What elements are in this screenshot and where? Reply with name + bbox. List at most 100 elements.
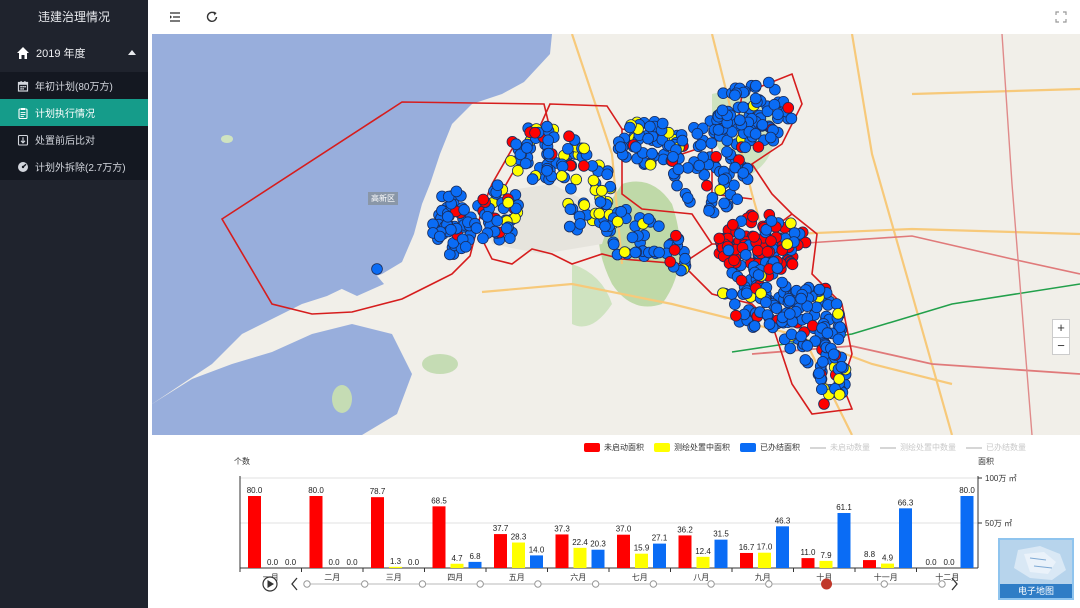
map-marker[interactable] (563, 220, 576, 233)
map-marker[interactable] (731, 193, 743, 206)
map-marker[interactable] (667, 151, 679, 163)
map-marker[interactable] (646, 147, 658, 160)
map-marker[interactable] (770, 302, 783, 315)
timeline-current-point[interactable] (821, 578, 833, 590)
map-marker[interactable] (594, 196, 607, 208)
map-marker[interactable] (450, 185, 463, 198)
map-marker[interactable] (477, 232, 489, 245)
map-marker[interactable] (541, 164, 553, 177)
map-marker[interactable] (721, 146, 733, 158)
refresh-icon[interactable] (205, 10, 219, 24)
timeline-prev-icon[interactable] (291, 577, 298, 591)
map-marker[interactable] (749, 128, 762, 140)
map-marker[interactable] (776, 276, 788, 289)
map-marker[interactable] (529, 126, 541, 139)
map-marker[interactable] (832, 307, 844, 320)
map-marker[interactable] (681, 192, 694, 204)
map-marker[interactable] (783, 294, 796, 307)
map-marker[interactable] (722, 244, 735, 257)
timeline-point[interactable] (765, 580, 773, 588)
map-marker[interactable] (726, 218, 739, 231)
bar-not-started[interactable] (801, 558, 815, 568)
map-marker[interactable] (833, 373, 845, 385)
map-marker[interactable] (459, 241, 472, 253)
bar-not-started[interactable] (555, 534, 569, 568)
map-marker[interactable] (542, 147, 555, 160)
map-marker[interactable] (747, 210, 759, 223)
map-marker[interactable] (541, 120, 553, 133)
bar-in-progress[interactable] (758, 552, 771, 568)
map-marker[interactable] (717, 173, 730, 186)
map-marker[interactable] (511, 164, 524, 177)
basemap-switch-button[interactable]: 电子地图 (998, 538, 1074, 600)
map-marker[interactable] (765, 235, 777, 247)
map-marker[interactable] (642, 213, 655, 225)
map-marker[interactable] (832, 333, 845, 346)
map-marker[interactable] (752, 269, 765, 281)
map-marker[interactable] (565, 182, 577, 195)
map-marker[interactable] (725, 288, 738, 300)
map-marker[interactable] (703, 205, 715, 217)
map-marker[interactable] (739, 249, 752, 261)
map-marker[interactable] (782, 102, 795, 114)
map-marker[interactable] (611, 215, 624, 228)
bar-not-started[interactable] (248, 496, 261, 568)
map-marker[interactable] (748, 320, 761, 332)
bar-not-started[interactable] (863, 560, 876, 568)
map-marker[interactable] (562, 143, 574, 155)
map-marker[interactable] (458, 204, 470, 216)
map-marker[interactable] (433, 230, 446, 243)
map-marker[interactable] (795, 292, 807, 305)
map-marker[interactable] (772, 108, 784, 121)
map-marker[interactable] (762, 76, 775, 89)
map-marker[interactable] (607, 238, 620, 251)
map-marker[interactable] (735, 274, 748, 287)
map-marker[interactable] (587, 174, 600, 187)
map-marker[interactable] (577, 160, 590, 172)
map-marker[interactable] (595, 184, 608, 197)
map-marker[interactable] (599, 220, 611, 233)
map-marker[interactable] (799, 354, 812, 366)
map-marker[interactable] (752, 141, 765, 153)
map-marker[interactable] (765, 215, 778, 227)
map-marker[interactable] (481, 211, 494, 223)
timeline-point[interactable] (361, 580, 369, 588)
bar-in-progress[interactable] (512, 542, 525, 568)
fullscreen-icon[interactable] (1054, 10, 1068, 24)
bar-in-progress[interactable] (696, 556, 710, 568)
map-marker[interactable] (785, 328, 798, 341)
bar-not-started[interactable] (432, 506, 446, 568)
map-marker[interactable] (670, 229, 682, 242)
map-marker[interactable] (718, 197, 730, 210)
map-marker[interactable] (733, 228, 746, 240)
map-marker[interactable] (542, 134, 555, 147)
map-view[interactable]: 高新区 + − (152, 34, 1080, 435)
map-marker[interactable] (786, 258, 799, 271)
timeline-point[interactable] (649, 580, 658, 588)
map-marker[interactable] (371, 263, 383, 275)
sidebar-item-before-after-compare[interactable]: 处置前后比对 (0, 126, 148, 153)
map-marker[interactable] (629, 141, 642, 153)
map-marker[interactable] (751, 244, 764, 257)
bar-in-progress[interactable] (881, 563, 894, 568)
map-marker[interactable] (618, 246, 631, 258)
map-marker[interactable] (795, 330, 807, 343)
map-marker[interactable] (771, 262, 784, 274)
map-marker[interactable] (830, 298, 843, 310)
map-marker[interactable] (563, 130, 575, 142)
map-marker[interactable] (783, 308, 796, 320)
bar-in-progress[interactable] (819, 560, 833, 568)
map-marker[interactable] (785, 112, 798, 125)
map-marker[interactable] (521, 142, 533, 154)
zoom-out-button[interactable]: − (1053, 337, 1069, 354)
menu-collapse-icon[interactable] (168, 10, 182, 24)
map-marker[interactable] (642, 132, 654, 145)
map-marker[interactable] (695, 139, 707, 151)
map-marker[interactable] (676, 134, 689, 147)
bar-in-progress[interactable] (450, 563, 464, 568)
bar-not-started[interactable] (678, 535, 692, 568)
bar-completed[interactable] (530, 555, 543, 568)
map-marker[interactable] (816, 356, 829, 368)
map-marker[interactable] (668, 244, 681, 256)
map-marker[interactable] (737, 101, 749, 113)
